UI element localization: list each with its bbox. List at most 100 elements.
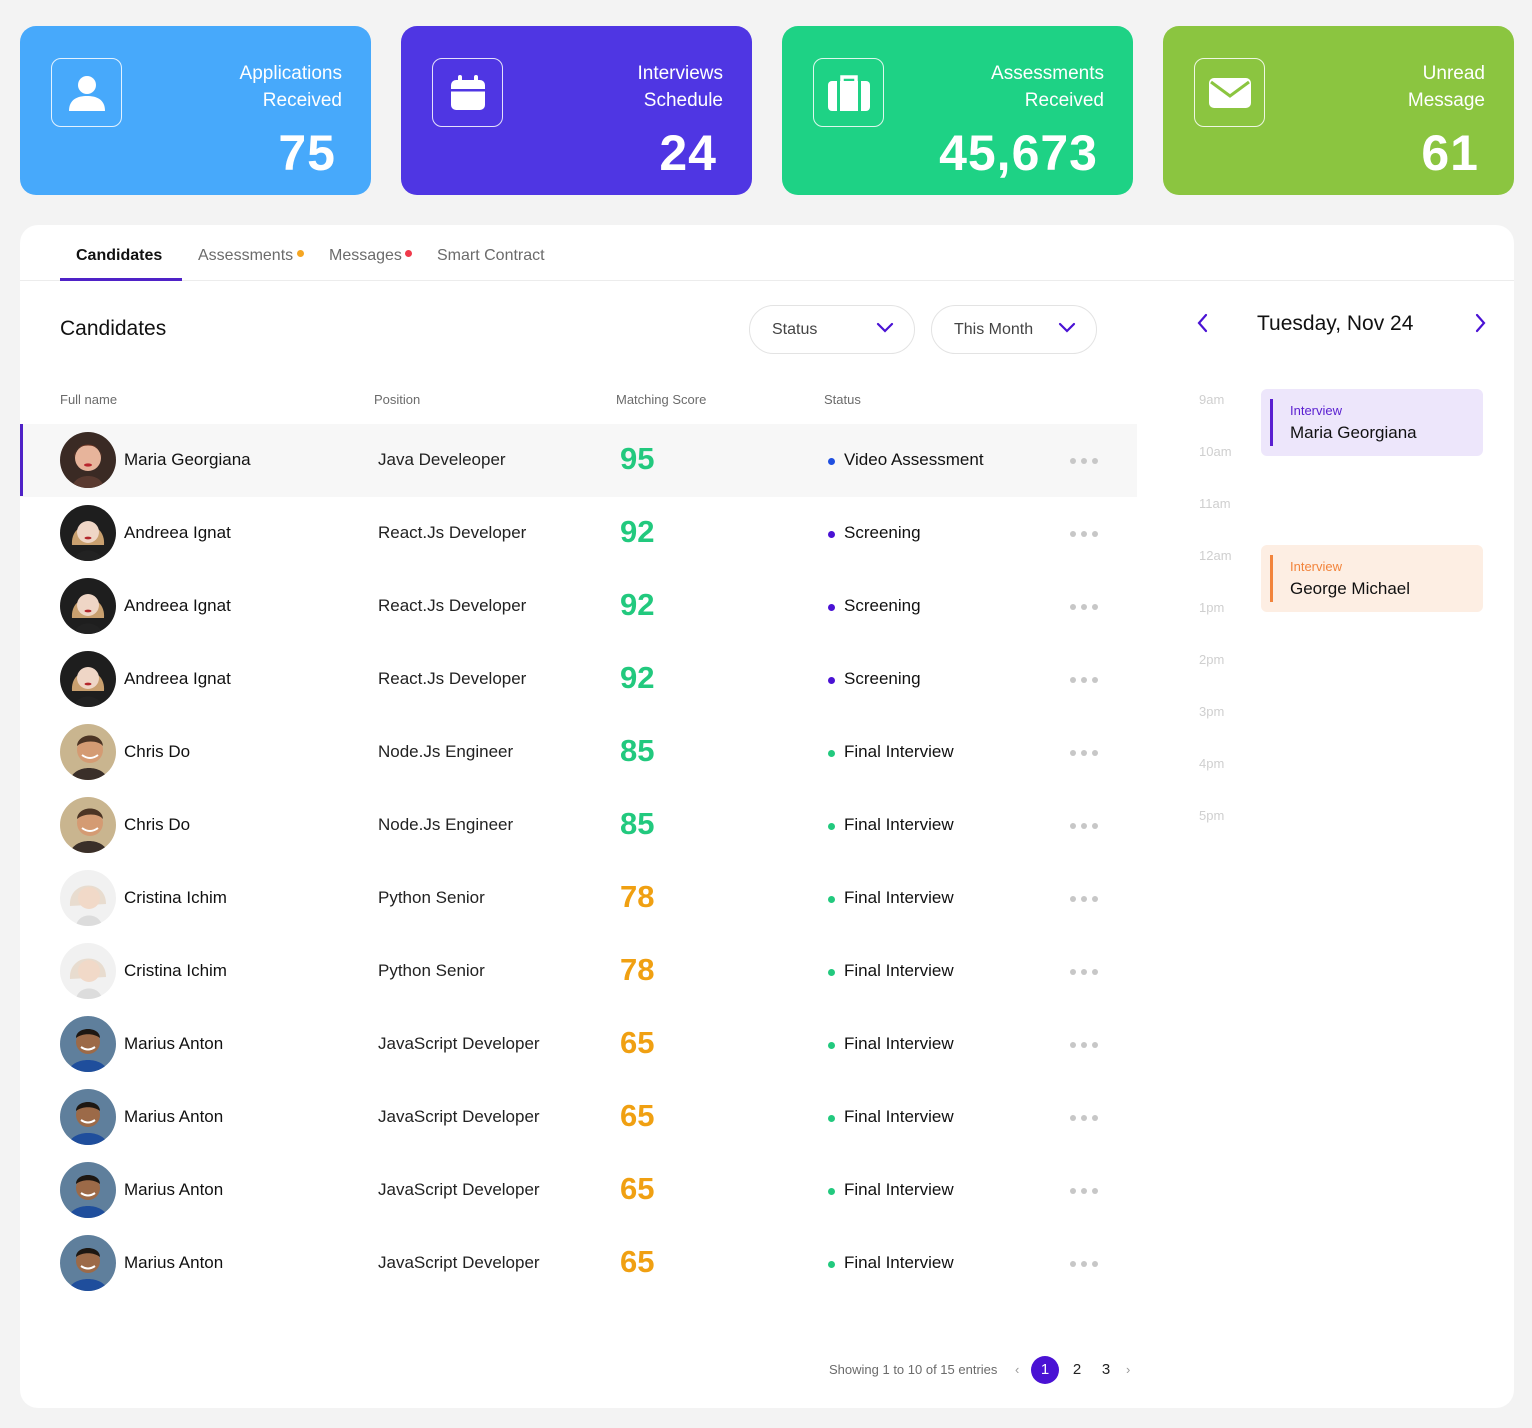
event-type: Interview (1290, 559, 1343, 574)
candidate-status: Final Interview (844, 1180, 954, 1199)
stat-card-unread[interactable]: Unread Message 61 (1163, 26, 1514, 195)
table-row[interactable]: Marius Anton JavaScript Developer 65 Final … (20, 1227, 1137, 1300)
pagination-next[interactable]: › (1126, 1362, 1130, 1377)
pagination-summary: Showing 1 to 10 of 15 entries (829, 1362, 998, 1377)
chevron-left-icon[interactable] (1195, 313, 1211, 333)
tab-smart-contract[interactable]: Smart Contract (437, 247, 545, 265)
table-row[interactable]: Marius Anton JavaScript Developer 65 Final … (20, 1081, 1137, 1154)
avatar (60, 724, 116, 780)
candidate-status: Final Interview (844, 961, 954, 980)
candidate-position: React.Js Developer (378, 523, 527, 542)
avatar (60, 1016, 116, 1072)
status-dot (828, 969, 835, 976)
period-filter-dropdown[interactable]: This Month (931, 305, 1097, 354)
candidate-name: Chris Do (124, 815, 191, 834)
table-row[interactable]: Maria Georgiana Java Develeoper 95 Video As… (20, 424, 1137, 497)
table-row[interactable]: Andreea Ignat React.Js Developer 92 Screeni… (20, 570, 1137, 643)
column-header-position[interactable]: Position (374, 392, 420, 407)
tab-candidates[interactable]: Candidates (76, 247, 162, 265)
status-dot (828, 896, 835, 903)
event-name: George Michael (1290, 579, 1411, 598)
avatar (60, 651, 116, 707)
more-options-icon[interactable] (1070, 458, 1098, 464)
more-options-icon[interactable] (1070, 969, 1098, 975)
icon-frame (1194, 58, 1265, 127)
pagination-prev[interactable]: ‹ (1015, 1362, 1019, 1377)
candidate-name: Andreea Ignat (124, 523, 231, 542)
table-row[interactable]: Cristina Ichim Python Senior 78 Final Inter… (20, 935, 1137, 1008)
stat-label: Interviews Schedule (637, 63, 723, 111)
more-options-icon[interactable] (1070, 896, 1098, 902)
selected-row-indicator (20, 424, 23, 496)
avatar (60, 1162, 116, 1218)
avatar (60, 1235, 116, 1291)
dropdown-value: This Month (954, 320, 1034, 338)
section-title: Candidates (60, 317, 167, 340)
page-button[interactable]: 1 (1031, 1356, 1059, 1384)
more-options-icon[interactable] (1070, 750, 1098, 756)
status-dot (828, 1115, 835, 1122)
calendar-hour-label: 9am (1199, 392, 1225, 407)
candidate-name: Marius Anton (124, 1034, 224, 1053)
column-header-status[interactable]: Status (824, 392, 861, 407)
matching-score: 65 (620, 1098, 655, 1133)
more-options-icon[interactable] (1070, 1042, 1098, 1048)
more-options-icon[interactable] (1070, 823, 1098, 829)
more-options-icon[interactable] (1070, 1115, 1098, 1121)
candidate-position: Python Senior (378, 888, 485, 907)
notification-dot (405, 250, 412, 257)
column-header-name[interactable]: Full name (60, 392, 117, 407)
event-type: Interview (1290, 403, 1343, 418)
status-filter-dropdown[interactable]: Status (749, 305, 915, 354)
candidate-position: Node.Js Engineer (378, 742, 514, 761)
more-options-icon[interactable] (1070, 1188, 1098, 1194)
briefcase-icon (827, 74, 870, 111)
chevron-right-icon[interactable] (1472, 313, 1488, 333)
table-row[interactable]: Chris Do Node.Js Engineer 85 Final Intervie… (20, 716, 1137, 789)
stat-card-applications[interactable]: Applications Received 75 (20, 26, 371, 195)
candidate-position: Node.Js Engineer (378, 815, 514, 834)
calendar-hour-label: 5pm (1199, 808, 1225, 823)
more-options-icon[interactable] (1070, 531, 1098, 537)
calendar-hour-label: 4pm (1199, 756, 1225, 771)
table-row[interactable]: Andreea Ignat React.Js Developer 92 Screeni… (20, 643, 1137, 716)
table-row[interactable]: Chris Do Node.Js Engineer 85 Final Intervie… (20, 789, 1137, 862)
candidate-status: Final Interview (844, 1107, 954, 1126)
avatar (60, 432, 116, 488)
event-accent-bar (1270, 399, 1273, 446)
candidate-status: Screening (844, 523, 921, 542)
calendar-event[interactable]: Interview Maria Georgiana (1261, 389, 1483, 456)
status-dot (828, 1042, 835, 1049)
stat-value: 75 (278, 125, 336, 181)
stat-card-assessments[interactable]: Assessments Received 45,673 (782, 26, 1133, 195)
matching-score: 95 (620, 441, 655, 476)
candidate-status: Final Interview (844, 888, 954, 907)
calendar-icon (450, 74, 485, 110)
more-options-icon[interactable] (1070, 1261, 1098, 1267)
table-row[interactable]: Marius Anton JavaScript Developer 65 Final … (20, 1008, 1137, 1081)
stat-card-interviews[interactable]: Interviews Schedule 24 (401, 26, 752, 195)
page-button[interactable]: 3 (1092, 1356, 1120, 1384)
table-row[interactable]: Marius Anton JavaScript Developer 65 Final … (20, 1154, 1137, 1227)
candidate-name: Cristina Ichim (124, 888, 227, 907)
status-dot (828, 750, 835, 757)
calendar-hour-label: 12am (1199, 548, 1232, 563)
calendar-date: Tuesday, Nov 24 (1257, 312, 1414, 335)
mail-icon (1208, 77, 1251, 108)
calendar-event[interactable]: Interview George Michael (1261, 545, 1483, 612)
matching-score: 65 (620, 1171, 655, 1206)
tab-assessments[interactable]: Assessments (198, 247, 293, 265)
more-options-icon[interactable] (1070, 677, 1098, 683)
candidate-name: Marius Anton (124, 1107, 224, 1126)
tab-messages[interactable]: Messages (329, 247, 402, 265)
table-row[interactable]: Cristina Ichim Python Senior 78 Final Inter… (20, 862, 1137, 935)
event-accent-bar (1270, 555, 1273, 602)
stat-label: Unread Message (1407, 63, 1485, 111)
page-button[interactable]: 2 (1063, 1356, 1091, 1384)
column-header-score[interactable]: Matching Score (616, 392, 706, 407)
status-dot (828, 458, 835, 465)
table-row[interactable]: Andreea Ignat React.Js Developer 92 Screeni… (20, 497, 1137, 570)
more-options-icon[interactable] (1070, 604, 1098, 610)
status-dot (828, 1188, 835, 1195)
stat-value: 45,673 (939, 125, 1098, 181)
